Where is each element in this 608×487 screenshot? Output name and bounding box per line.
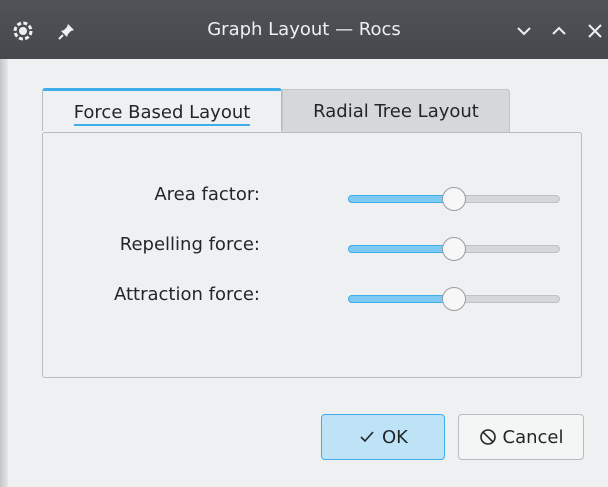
slider-handle[interactable]	[442, 287, 466, 311]
attraction-force-label: Attraction force:	[113, 284, 260, 305]
slider-handle[interactable]	[442, 237, 466, 261]
dialog-content: Force Based Layout Radial Tree Layout Ar…	[8, 59, 608, 487]
tab-panel: Area factor: Repelling force: Attraction…	[42, 132, 582, 378]
maximize-button[interactable]	[549, 21, 569, 41]
ok-label: OK	[382, 426, 408, 448]
close-button[interactable]	[585, 21, 605, 41]
cancel-label: Cancel	[502, 426, 564, 448]
tab-force-based-layout[interactable]: Force Based Layout	[42, 88, 282, 131]
repelling-force-label: Repelling force:	[119, 234, 260, 255]
minimize-button[interactable]	[514, 21, 534, 41]
area-factor-label: Area factor:	[154, 184, 260, 205]
cancel-icon	[479, 429, 496, 445]
attraction-force-slider[interactable]	[348, 287, 560, 311]
repelling-force-slider[interactable]	[348, 237, 560, 261]
slider-handle[interactable]	[442, 187, 466, 211]
tab-label: Force Based Layout	[73, 95, 251, 126]
slider-fill	[348, 245, 454, 253]
area-factor-slider[interactable]	[348, 187, 560, 211]
slider-fill	[348, 195, 454, 203]
dialog-window: Graph Layout — Rocs Force Based Layout R…	[0, 0, 608, 487]
tab-radial-tree-layout[interactable]: Radial Tree Layout	[282, 89, 510, 132]
tab-label: Radial Tree Layout	[313, 101, 479, 122]
cancel-button[interactable]: Cancel	[458, 414, 584, 460]
slider-fill	[348, 295, 454, 303]
checkmark-icon	[360, 431, 374, 443]
title-bar[interactable]: Graph Layout — Rocs	[0, 0, 608, 59]
window-edge	[0, 59, 8, 487]
ok-button[interactable]: OK	[321, 414, 445, 460]
